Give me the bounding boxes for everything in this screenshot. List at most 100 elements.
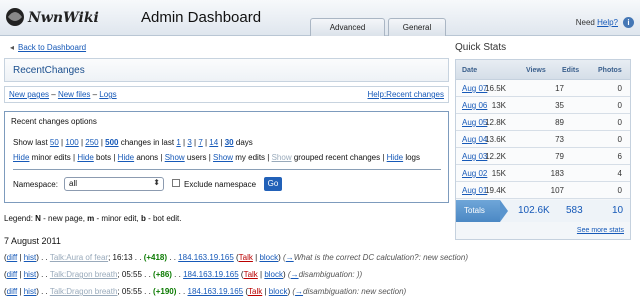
logs-link[interactable]: Logs bbox=[99, 90, 116, 99]
stats-date-link[interactable]: Aug 06 bbox=[462, 101, 487, 110]
stats-row: Aug 05 12.8K 89 0 bbox=[456, 114, 630, 131]
quick-stats-header: Date Views Edits Photos bbox=[456, 60, 630, 80]
change-entry: (diff | hist) . . Talk:Dragon breath; 05… bbox=[4, 270, 363, 279]
help-icon[interactable]: i bbox=[623, 17, 634, 28]
days-3[interactable]: 3 bbox=[187, 138, 191, 147]
days-1[interactable]: 1 bbox=[176, 138, 180, 147]
stats-date-link[interactable]: Aug 02 bbox=[462, 169, 487, 178]
change-entry: (diff | hist) . . Talk:Dragon breath; 05… bbox=[4, 287, 407, 296]
block-link[interactable]: block bbox=[269, 287, 288, 296]
toggle-users[interactable]: Show bbox=[165, 153, 185, 162]
quick-stats-panel: Date Views Edits Photos Aug 07 16.5K 17 0 A… bbox=[455, 59, 631, 240]
stats-date-link[interactable]: Aug 03 bbox=[462, 152, 487, 161]
diff-link[interactable]: diff bbox=[7, 270, 18, 279]
total-edits: 583 bbox=[566, 205, 583, 216]
toggle-options-line: Hide minor edits | Hide bots | Hide anon… bbox=[13, 153, 421, 162]
edit-summary: disambiguation: new section bbox=[303, 287, 404, 296]
new-files-link[interactable]: New files bbox=[58, 90, 90, 99]
edit-summary: What is the correct DC calculation?: new… bbox=[293, 253, 466, 262]
header-bar: NwnWiki Admin Dashboard Advanced General… bbox=[0, 0, 640, 36]
diff-link[interactable]: diff bbox=[7, 253, 18, 262]
edit-summary: disambiguation: ) bbox=[298, 270, 360, 279]
need-help-text: Need Help? bbox=[575, 18, 618, 27]
tab-advanced[interactable]: Advanced bbox=[310, 18, 385, 36]
page-link[interactable]: Talk:Aura of fear bbox=[50, 253, 108, 262]
stats-date-link[interactable]: Aug 07 bbox=[462, 84, 487, 93]
recent-top-links: New pages – New files – Logs Help:Recent… bbox=[4, 86, 449, 103]
namespace-label: Namespace: bbox=[13, 180, 58, 189]
col-date: Date bbox=[462, 67, 478, 74]
total-photos: 10 bbox=[612, 205, 624, 216]
go-button[interactable]: Go bbox=[264, 177, 282, 191]
col-photos: Photos bbox=[598, 67, 622, 74]
exclude-namespace-label: Exclude namespace bbox=[184, 180, 257, 189]
stats-row: Aug 03 12.2K 79 6 bbox=[456, 148, 630, 165]
days-7[interactable]: 7 bbox=[198, 138, 202, 147]
date-heading: 7 August 2011 bbox=[4, 236, 61, 246]
toggle-grouped-changes: Show bbox=[271, 153, 292, 162]
stats-row: Aug 06 13K 35 0 bbox=[456, 97, 630, 114]
back-link[interactable]: Back to Dashboard bbox=[18, 43, 86, 52]
block-link[interactable]: block bbox=[259, 253, 278, 262]
section-link-icon[interactable]: → bbox=[295, 287, 303, 296]
block-link[interactable]: block bbox=[264, 270, 283, 279]
days-14[interactable]: 14 bbox=[209, 138, 218, 147]
logo-text: NwnWiki bbox=[27, 10, 99, 26]
stats-row: Aug 07 16.5K 17 0 bbox=[456, 80, 630, 97]
totals-label: Totals bbox=[456, 200, 508, 222]
new-pages-link[interactable]: New pages bbox=[9, 90, 49, 99]
toggle-minor-edits[interactable]: Hide bbox=[13, 153, 29, 162]
toggle-logs[interactable]: Hide bbox=[387, 153, 403, 162]
wiki-logo[interactable]: NwnWiki bbox=[4, 5, 122, 29]
col-edits: Edits bbox=[562, 67, 580, 74]
recent-changes-title: RecentChanges bbox=[4, 58, 449, 82]
toggle-anons[interactable]: Hide bbox=[118, 153, 134, 162]
change-entry: (diff | hist) . . Talk:Aura of fear; 16:… bbox=[4, 253, 468, 262]
days-30[interactable]: 30 bbox=[225, 138, 234, 147]
stats-row: Aug 04 13.6K 73 0 bbox=[456, 131, 630, 148]
see-more-stats-link[interactable]: See more stats bbox=[577, 227, 624, 234]
help-link[interactable]: Help? bbox=[597, 18, 618, 27]
ip-link[interactable]: 184.163.19.165 bbox=[178, 253, 234, 262]
hist-link[interactable]: hist bbox=[24, 287, 36, 296]
talk-link[interactable]: Talk bbox=[239, 253, 253, 262]
back-arrow-icon: ◂ bbox=[10, 43, 15, 52]
size-delta: (+190) bbox=[153, 287, 177, 296]
hist-link[interactable]: hist bbox=[24, 270, 36, 279]
section-link-icon[interactable]: → bbox=[286, 253, 294, 262]
ip-link[interactable]: 184.163.19.165 bbox=[188, 287, 244, 296]
page-title: Admin Dashboard bbox=[141, 9, 262, 26]
quick-stats-title: Quick Stats bbox=[455, 42, 507, 53]
stats-date-link[interactable]: Aug 01 bbox=[462, 186, 487, 195]
count-50[interactable]: 50 bbox=[50, 138, 59, 147]
size-delta: (+418) bbox=[143, 253, 168, 262]
stats-row: Aug 02 15K 183 4 bbox=[456, 165, 630, 182]
toggle-bots[interactable]: Hide bbox=[77, 153, 93, 162]
back-to-dashboard[interactable]: ◂ Back to Dashboard bbox=[10, 43, 86, 52]
exclude-namespace-checkbox[interactable] bbox=[172, 179, 180, 187]
select-caret-icon: ⬍ bbox=[153, 178, 160, 187]
namespace-select[interactable]: all ⬍ bbox=[64, 177, 164, 191]
show-last-line: Show last 50 | 100 | 250 | 500 changes i… bbox=[13, 138, 253, 147]
stats-date-link[interactable]: Aug 04 bbox=[462, 135, 487, 144]
toggle-my-edits[interactable]: Show bbox=[213, 153, 233, 162]
stats-row: Aug 01 19.4K 107 0 bbox=[456, 182, 630, 199]
count-100[interactable]: 100 bbox=[65, 138, 78, 147]
page-link[interactable]: Talk:Dragon breath bbox=[50, 270, 118, 279]
tab-general[interactable]: General bbox=[388, 18, 446, 36]
talk-link[interactable]: Talk bbox=[244, 270, 258, 279]
count-250[interactable]: 250 bbox=[85, 138, 98, 147]
talk-link[interactable]: Talk bbox=[248, 287, 262, 296]
ip-link[interactable]: 184.163.19.165 bbox=[183, 270, 239, 279]
help-recent-changes-link[interactable]: Help:Recent changes bbox=[368, 90, 445, 99]
legend-line: Legend: N - new page, m - minor edit, b … bbox=[4, 214, 182, 223]
options-divider bbox=[13, 169, 441, 170]
col-views: Views bbox=[526, 67, 546, 74]
hist-link[interactable]: hist bbox=[24, 253, 36, 262]
total-views: 102.6K bbox=[518, 205, 550, 216]
count-500[interactable]: 500 bbox=[105, 138, 118, 147]
stats-date-link[interactable]: Aug 05 bbox=[462, 118, 487, 127]
page-link[interactable]: Talk:Dragon breath bbox=[50, 287, 118, 296]
section-link-icon[interactable]: → bbox=[291, 270, 299, 279]
diff-link[interactable]: diff bbox=[7, 287, 18, 296]
